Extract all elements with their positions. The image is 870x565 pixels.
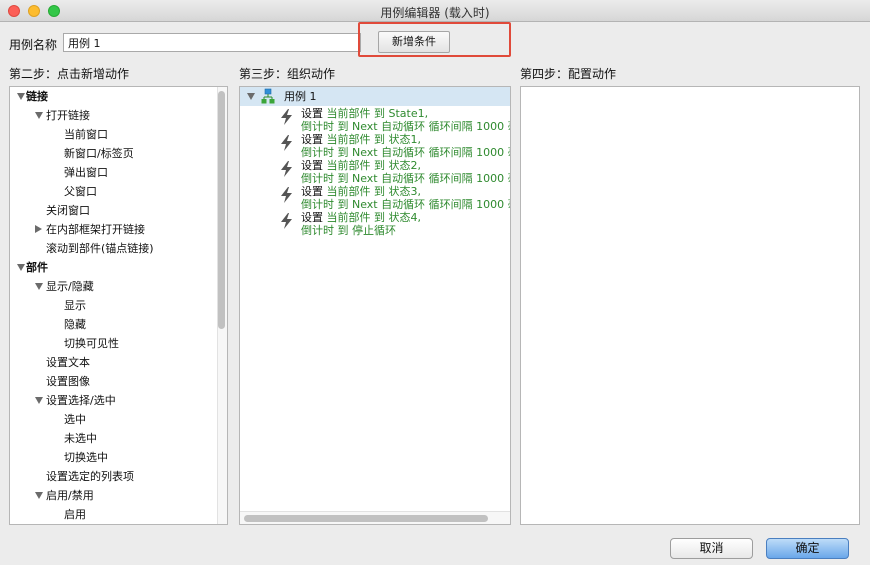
action-target: 当前部件 到 状态3, bbox=[326, 185, 422, 198]
title-bar: 用例编辑器 (载入时) bbox=[0, 0, 870, 22]
usecase-name-label: 用例名称 bbox=[9, 38, 58, 52]
tree-item[interactable]: 打开链接 bbox=[46, 106, 90, 125]
action-target: 当前部件 到 状态2, bbox=[326, 159, 422, 172]
expand-triangle-icon[interactable] bbox=[35, 283, 43, 290]
tree-item[interactable]: 显示 bbox=[64, 296, 86, 315]
tree-item[interactable]: 隐藏 bbox=[64, 315, 86, 334]
step4-title: 第四步：配置动作 bbox=[520, 67, 617, 81]
action-target: 当前部件 到 状态4, bbox=[326, 211, 422, 224]
expand-triangle-icon[interactable] bbox=[17, 93, 25, 100]
tree-item[interactable]: 设置文本 bbox=[46, 353, 90, 372]
usecase-row[interactable]: 用例 1 bbox=[240, 87, 510, 106]
tree-item[interactable]: 关闭窗口 bbox=[46, 201, 90, 220]
action-prefix: 设置 bbox=[301, 107, 323, 120]
add-condition-button[interactable]: 新增条件 bbox=[378, 31, 450, 53]
step2-title: 第二步：点击新增动作 bbox=[9, 67, 130, 81]
action-item[interactable]: 设置 当前部件 到 状态2, 倒计时 到 Next 自动循环 循环间隔 1000 … bbox=[280, 159, 511, 185]
usecase-tree-icon bbox=[261, 88, 275, 104]
tree-item[interactable]: 设置图像 bbox=[46, 372, 90, 391]
window-title: 用例编辑器 (载入时) bbox=[380, 6, 490, 20]
expand-triangle-icon[interactable] bbox=[35, 397, 43, 404]
tree-item[interactable]: 未选中 bbox=[64, 429, 97, 448]
tree-item[interactable]: 切换选中 bbox=[64, 448, 108, 467]
tree-item[interactable]: 当前窗口 bbox=[64, 125, 108, 144]
expand-triangle-icon[interactable] bbox=[35, 112, 43, 119]
action-item[interactable]: 设置 当前部件 到 状态4, 倒计时 到 停止循环 bbox=[280, 211, 510, 237]
action-detail: 倒计时 到 Next 自动循环 循环间隔 1000 毫 bbox=[301, 146, 511, 159]
tree-item[interactable]: 切换可见性 bbox=[64, 334, 119, 353]
tree-item[interactable]: 链接 bbox=[26, 87, 48, 106]
lightning-icon bbox=[281, 109, 292, 125]
expand-triangle-icon[interactable] bbox=[17, 264, 25, 271]
action-detail: 倒计时 到 停止循环 bbox=[301, 224, 396, 237]
action-tree-panel: 链接 打开链接 当前窗口 新窗口/标签页 弹出窗口 父窗口 关闭窗口 在内部框架打开链接 滚动到… bbox=[9, 86, 228, 525]
action-prefix: 设置 bbox=[301, 133, 323, 146]
lightning-icon bbox=[281, 135, 292, 151]
tree-item[interactable]: 启用 bbox=[64, 505, 86, 524]
collapse-triangle-icon[interactable] bbox=[35, 225, 42, 233]
tree-item[interactable]: 部件 bbox=[26, 258, 48, 277]
tree-item[interactable]: 选中 bbox=[64, 410, 86, 429]
action-text: 设置 当前部件 到 状态4, 倒计时 到 停止循环 bbox=[301, 211, 421, 237]
action-item[interactable]: 设置 当前部件 到 状态1, 倒计时 到 Next 自动循环 循环间隔 1000 … bbox=[280, 133, 511, 159]
step3-title: 第三步：组织动作 bbox=[239, 67, 336, 81]
action-detail: 倒计时 到 Next 自动循环 循环间隔 1000 毫 bbox=[301, 172, 511, 185]
tree-item[interactable]: 启用/禁用 bbox=[46, 486, 94, 505]
action-item[interactable]: 设置 当前部件 到 状态3, 倒计时 到 Next 自动循环 循环间隔 1000 … bbox=[280, 185, 511, 211]
ok-button[interactable]: 确定 bbox=[766, 538, 849, 559]
expand-triangle-icon[interactable] bbox=[35, 492, 43, 499]
tree-item[interactable]: 在内部框架打开链接 bbox=[46, 220, 145, 239]
tree-item[interactable]: 设置选定的列表项 bbox=[46, 467, 134, 486]
tree-item[interactable]: 父窗口 bbox=[64, 182, 97, 201]
cancel-button[interactable]: 取消 bbox=[670, 538, 753, 559]
action-detail: 倒计时 到 Next 自动循环 循环间隔 1000 毫 bbox=[301, 120, 511, 133]
organize-actions-panel: 用例 1 设置 当前部件 到 State1, 倒计时 到 Next 自动循环 循环… bbox=[239, 86, 511, 525]
action-text: 设置 当前部件 到 状态3, 倒计时 到 Next 自动循环 循环间隔 1000 … bbox=[301, 185, 511, 211]
tree-item[interactable]: 新窗口/标签页 bbox=[64, 144, 134, 163]
action-prefix: 设置 bbox=[301, 211, 323, 224]
vertical-scroll-thumb[interactable] bbox=[218, 91, 225, 329]
action-text: 设置 当前部件 到 状态2, 倒计时 到 Next 自动循环 循环间隔 1000 … bbox=[301, 159, 511, 185]
tree-item[interactable]: 滚动到部件(锚点链接) bbox=[46, 239, 154, 258]
tree-item[interactable]: 显示/隐藏 bbox=[46, 277, 94, 296]
lightning-icon bbox=[281, 187, 292, 203]
action-target: 当前部件 到 状态1, bbox=[326, 133, 422, 146]
action-prefix: 设置 bbox=[301, 185, 323, 198]
usecase-row-label: 用例 1 bbox=[284, 90, 317, 103]
action-detail: 倒计时 到 Next 自动循环 循环间隔 1000 毫 bbox=[301, 198, 511, 211]
expand-triangle-icon[interactable] bbox=[247, 93, 255, 100]
usecase-name-input[interactable] bbox=[63, 33, 361, 52]
configure-action-panel bbox=[520, 86, 860, 525]
action-target: 当前部件 到 State1, bbox=[326, 107, 429, 120]
action-text: 设置 当前部件 到 State1, 倒计时 到 Next 自动循环 循环间隔 10… bbox=[301, 107, 511, 133]
tree-item[interactable]: 弹出窗口 bbox=[64, 163, 108, 182]
horizontal-scroll-thumb[interactable] bbox=[244, 515, 488, 522]
tree-item[interactable]: 设置选择/选中 bbox=[46, 391, 116, 410]
action-prefix: 设置 bbox=[301, 159, 323, 172]
lightning-icon bbox=[281, 213, 292, 229]
action-item[interactable]: 设置 当前部件 到 State1, 倒计时 到 Next 自动循环 循环间隔 10… bbox=[280, 107, 511, 133]
action-text: 设置 当前部件 到 状态1, 倒计时 到 Next 自动循环 循环间隔 1000 … bbox=[301, 133, 511, 159]
lightning-icon bbox=[281, 161, 292, 177]
